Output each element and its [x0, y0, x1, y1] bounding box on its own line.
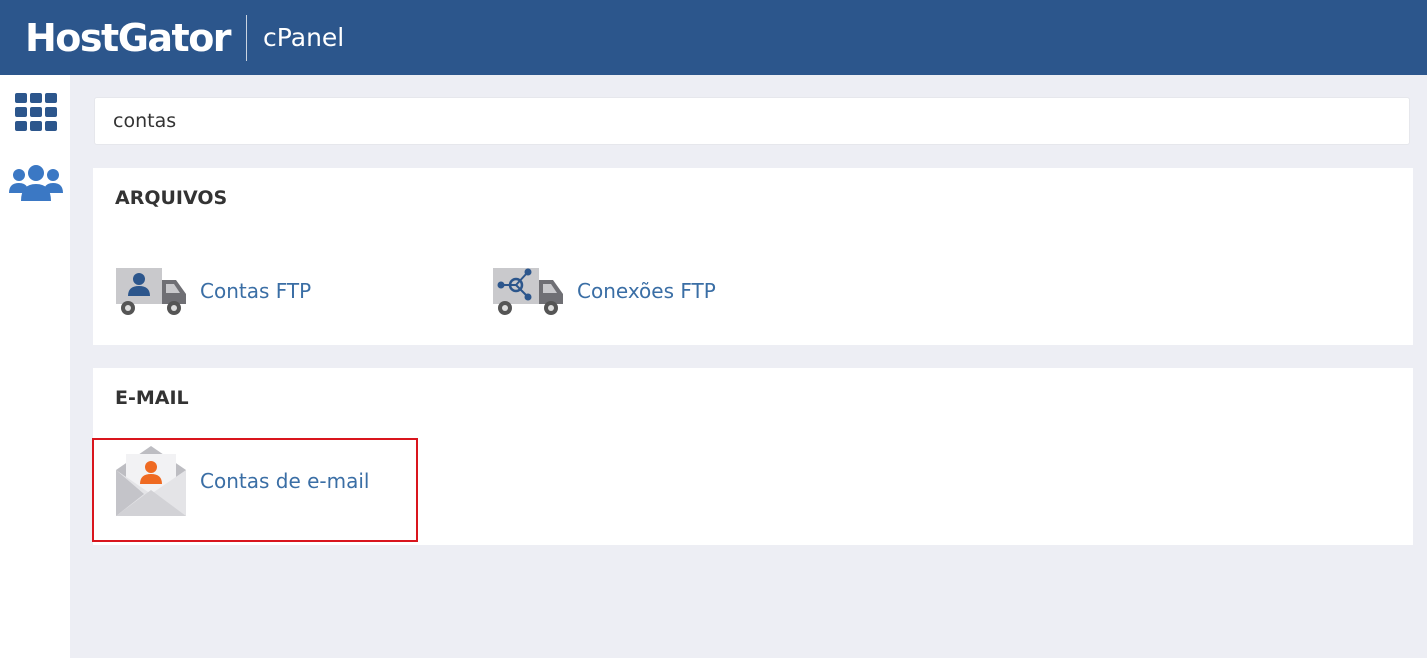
email-accounts-envelope-icon: [114, 446, 188, 516]
email-accounts-label: Contas de e-mail: [200, 469, 370, 493]
sidebar-item-users[interactable]: [8, 159, 64, 209]
ftp-connections-truck-icon: [491, 264, 565, 318]
ftp-accounts-label: Contas FTP: [200, 279, 312, 303]
product-name: cPanel: [263, 23, 345, 52]
top-header: HostGator cPanel: [0, 0, 1427, 75]
section-arquivos: ARQUIVOS Contas FTP Conexões FTP: [93, 168, 1413, 345]
section-title: E-MAIL: [115, 387, 189, 409]
sidebar-item-apps[interactable]: [8, 87, 64, 137]
email-accounts-link[interactable]: Contas de e-mail: [114, 446, 370, 516]
sidebar: [0, 75, 70, 658]
ftp-connections-link[interactable]: Conexões FTP: [491, 264, 716, 318]
ftp-accounts-truck-icon: [114, 264, 188, 318]
ftp-accounts-link[interactable]: Contas FTP: [114, 264, 311, 318]
section-title: ARQUIVOS: [115, 187, 228, 209]
grid-icon: [15, 93, 57, 131]
section-email: E-MAIL Contas de e-mail: [93, 368, 1413, 545]
search-input[interactable]: [94, 97, 1410, 145]
ftp-connections-label: Conexões FTP: [577, 279, 716, 303]
brand-logo[interactable]: HostGator: [25, 16, 232, 60]
users-icon: [9, 165, 63, 201]
brand-divider: [246, 14, 248, 61]
